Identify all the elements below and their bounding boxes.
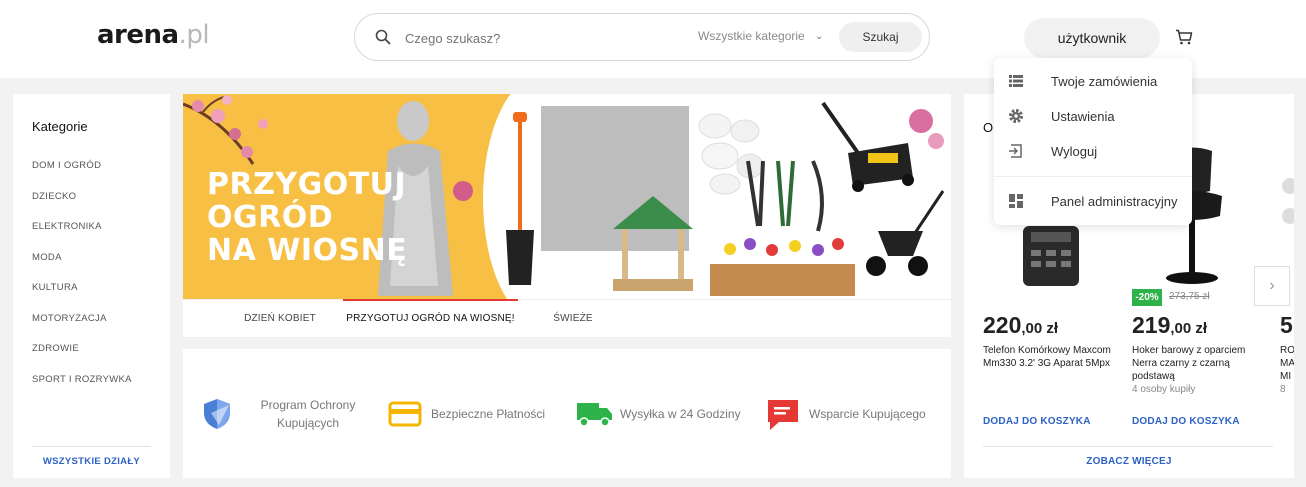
- discount-badge: -20%: [1132, 289, 1162, 306]
- user-button[interactable]: użytkownik: [1024, 18, 1160, 58]
- search-bar: Wszystkie kategorie ⌄ Szukaj: [354, 13, 930, 61]
- sidebar-item-motoryzacja[interactable]: MOTORYZACJA: [32, 313, 132, 344]
- search-button[interactable]: Szukaj: [839, 22, 922, 52]
- tab-swieze-powietrze[interactable]: ŚWIEŻE POWIETRZE ❧: [523, 300, 623, 362]
- menu-item-label: Twoje zamówienia: [1051, 74, 1158, 89]
- banner-tabs: DZIEŃ KOBIET PRZYGOTUJ OGRÓD NA WIOSNĘ! …: [183, 299, 951, 362]
- product-name[interactable]: RO MA MI: [1280, 344, 1294, 383]
- tab-przygotuj-ogrod[interactable]: PRZYGOTUJ OGRÓD NA WIOSNĘ!: [343, 299, 518, 338]
- feature-shipping-24h[interactable]: Wysyłka w 24 Godziny: [576, 349, 741, 478]
- sidebar-item-dom-i-ogrod[interactable]: DOM I OGRÓD: [32, 160, 132, 191]
- sidebar-item-elektronika[interactable]: ELEKTRONIKA: [32, 221, 132, 252]
- chevron-down-icon[interactable]: ⌄: [815, 31, 823, 42]
- price-fraction: ,00 zł: [1170, 320, 1208, 337]
- search-icon[interactable]: [375, 29, 391, 45]
- logo[interactable]: arena.pl: [97, 20, 210, 50]
- feature-label-line: Kupujących: [276, 415, 340, 430]
- user-menu-dropdown: Twoje zamówienia Ustawienia Wyloguj Pane…: [994, 58, 1192, 225]
- banner-headline: PRZYGOTUJ OGRÓD NA WIOSNĘ: [207, 168, 407, 267]
- add-to-cart-button[interactable]: DODAJ DO KOSZYKA: [1132, 416, 1240, 427]
- sidebar-item-moda[interactable]: MODA: [32, 252, 132, 283]
- product-image-lamp: [1282, 178, 1294, 224]
- menu-item-settings[interactable]: Ustawienia: [994, 101, 1192, 131]
- shield-icon: [204, 398, 230, 429]
- features-bar: Program Ochrony Kupujących Bezpieczne Pł…: [183, 349, 951, 478]
- sidebar-item-sport[interactable]: SPORT I ROZRYWKA: [32, 374, 132, 405]
- search-input[interactable]: [405, 28, 685, 48]
- menu-item-logout[interactable]: Wyloguj: [994, 136, 1192, 166]
- cart-icon[interactable]: [1175, 29, 1193, 45]
- menu-item-admin-panel[interactable]: Panel administracyjny: [994, 186, 1192, 216]
- product-name[interactable]: Telefon Komórkowy Maxcom Mm330 3.2' 3G A…: [983, 344, 1113, 370]
- sidebar-title: Kategorie: [32, 119, 88, 134]
- price-main: 220: [983, 312, 1022, 338]
- logo-suffix: .pl: [178, 20, 210, 50]
- add-to-cart-button[interactable]: DODAJ DO KOSZYKA: [983, 416, 1091, 427]
- gear-icon: [1009, 109, 1023, 123]
- menu-item-label: Ustawienia: [1051, 109, 1115, 124]
- feature-buyer-protection[interactable]: Program Ochrony Kupujących: [201, 349, 359, 478]
- sold-count: 8: [1280, 384, 1286, 395]
- headline-line-1: PRZYGOTUJ: [207, 167, 407, 202]
- feature-secure-payments[interactable]: Bezpieczne Płatności: [388, 349, 545, 478]
- divider: [32, 446, 151, 447]
- feature-label: Bezpieczne Płatności: [431, 406, 546, 421]
- feature-label: Program Ochrony Kupujących: [257, 396, 359, 432]
- tab-dzien-kobiet[interactable]: DZIEŃ KOBIET: [205, 300, 355, 338]
- carousel-next-button[interactable]: ›: [1254, 266, 1290, 306]
- all-categories-link[interactable]: WSZYSTKIE DZIAŁY: [13, 456, 170, 467]
- headline-line-2: OGRÓD: [207, 200, 334, 235]
- category-list: DOM I OGRÓD DZIECKO ELEKTRONIKA MODA KUL…: [32, 160, 132, 404]
- menu-divider: [994, 176, 1192, 177]
- feature-label: Wysyłka w 24 Godziny: [620, 406, 741, 421]
- price-fraction: ,00 zł: [1021, 320, 1059, 337]
- product-price: 219,00 zł: [1132, 312, 1207, 339]
- shovel-image: [506, 112, 534, 285]
- categories-sidebar: Kategorie DOM I OGRÓD DZIECKO ELEKTRONIK…: [13, 94, 170, 478]
- sold-count: 4 osoby kupiły: [1132, 384, 1196, 395]
- menu-item-label: Panel administracyjny: [1051, 194, 1178, 209]
- sidebar-item-dziecko[interactable]: DZIECKO: [32, 191, 132, 222]
- sidebar-item-kultura[interactable]: KULTURA: [32, 282, 132, 313]
- spreader-image: [866, 190, 945, 276]
- divider: [983, 446, 1273, 447]
- feature-support[interactable]: Wsparcie Kupującego: [765, 349, 926, 478]
- blossom-branch-image: [183, 95, 268, 165]
- menu-item-orders[interactable]: Twoje zamówienia: [994, 66, 1192, 96]
- flowers-image: [909, 109, 944, 149]
- dashboard-icon: [1009, 194, 1023, 208]
- product-price: 5: [1280, 312, 1293, 338]
- logout-icon: [1009, 144, 1022, 158]
- feature-label-line: Program Ochrony: [260, 397, 356, 412]
- menu-item-label: Wyloguj: [1051, 144, 1098, 159]
- list-icon: [1009, 75, 1023, 87]
- flower-box-image: [710, 238, 855, 296]
- headline-line-3: NA WIOSNĘ: [207, 233, 408, 268]
- old-price: 273,75 zł: [1169, 291, 1210, 302]
- promo-banner: PRZYGOTUJ OGRÓD NA WIOSNĘ DZIEŃ KOBIET P…: [183, 94, 951, 362]
- banner-image[interactable]: PRZYGOTUJ OGRÓD NA WIOSNĘ: [183, 94, 951, 299]
- price-main: 219: [1132, 312, 1171, 338]
- product-price: 220,00 zł: [983, 312, 1058, 339]
- truck-icon: [577, 402, 612, 427]
- card-icon: [388, 401, 422, 426]
- sidebar-item-zdrowie[interactable]: ZDROWIE: [32, 343, 132, 374]
- logo-main: arena: [97, 20, 179, 50]
- chat-icon: [768, 399, 798, 430]
- birdhouse-image: [613, 196, 693, 291]
- feature-label: Wsparcie Kupującego: [809, 406, 926, 421]
- category-select[interactable]: Wszystkie kategorie: [698, 29, 805, 43]
- see-more-link[interactable]: ZOBACZ WIĘCEJ: [964, 456, 1294, 467]
- product-name[interactable]: Hoker barowy z oparciem Nerra czarny z c…: [1132, 344, 1262, 383]
